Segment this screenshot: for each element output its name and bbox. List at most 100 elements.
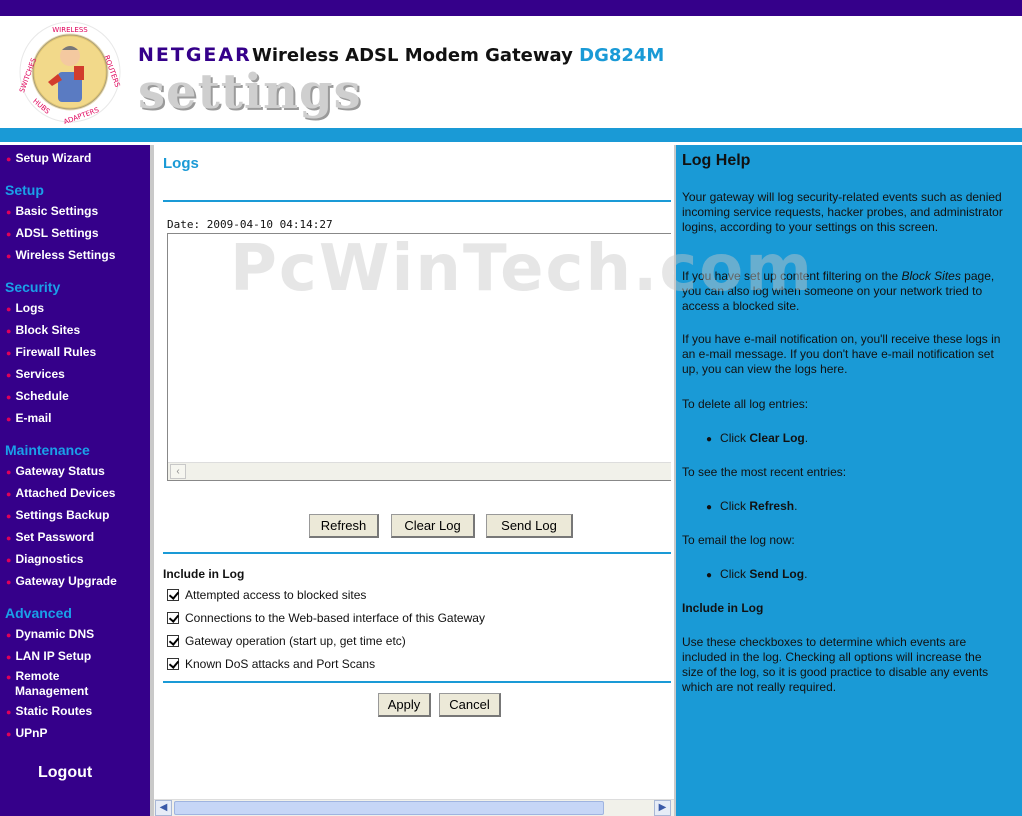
- help-title: Log Help: [682, 152, 751, 169]
- sidebar-item-setup-wizard[interactable]: ● Setup Wizard: [6, 151, 91, 166]
- scroll-thumb[interactable]: [174, 801, 604, 815]
- sidebar-item-remote-management[interactable]: ● Remote Management: [6, 669, 88, 698]
- sidebar-item-services[interactable]: ● Services: [6, 367, 65, 382]
- sidebar-item-gateway-status[interactable]: ● Gateway Status: [6, 464, 105, 479]
- sidebar-item-label: Attached Devices: [15, 486, 116, 500]
- sidebar-item-adsl-settings[interactable]: ● ADSL Settings: [6, 226, 99, 241]
- sidebar-item-label: Setup Wizard: [15, 151, 92, 165]
- log-content: [168, 234, 671, 242]
- help-paragraph: If you have set up content filtering on …: [682, 269, 1004, 314]
- checkbox-web-connections[interactable]: [167, 612, 179, 624]
- checkbox-row-gateway-operation: Gateway operation (start up, get time et…: [167, 634, 406, 648]
- divider: [163, 200, 671, 202]
- bullet-icon: ●: [6, 251, 12, 261]
- help-heading: Include in Log: [682, 601, 764, 615]
- help-bold: Send Log: [749, 567, 805, 581]
- header-band: [0, 128, 1022, 142]
- help-bullet: Click Clear Log.: [706, 431, 808, 445]
- sidebar-item-set-password[interactable]: ● Set Password: [6, 530, 94, 545]
- help-paragraph: To email the log now:: [682, 533, 795, 547]
- help-paragraph: If you have e-mail notification on, you'…: [682, 332, 1001, 376]
- main-horizontal-scrollbar[interactable]: ◀ ▶: [154, 799, 674, 816]
- svg-text:WIRELESS: WIRELESS: [52, 26, 88, 34]
- help-paragraph: To delete all log entries:: [682, 397, 809, 411]
- sidebar-item-label: Firewall Rules: [15, 345, 97, 359]
- sidebar-item-email[interactable]: ● E-mail: [6, 411, 51, 426]
- bullet-icon: ●: [6, 555, 12, 565]
- bullet-icon: ●: [6, 511, 12, 521]
- log-horizontal-scrollbar[interactable]: ‹: [168, 462, 671, 480]
- help-paragraph: Your gateway will log security-related e…: [682, 190, 1003, 234]
- logout-link[interactable]: Logout: [38, 764, 92, 782]
- bullet-icon: ●: [6, 707, 12, 717]
- settings-banner: settings: [138, 64, 362, 120]
- checkbox-gateway-operation[interactable]: [167, 635, 179, 647]
- checkbox-dos-attacks[interactable]: [167, 658, 179, 670]
- sidebar-item-settings-backup[interactable]: ● Settings Backup: [6, 508, 109, 523]
- main-panel: Logs Date: 2009-04-10 04:14:27 ‹ Refresh…: [154, 145, 674, 799]
- log-date: Date: 2009-04-10 04:14:27: [167, 218, 333, 231]
- sidebar-item-upnp[interactable]: ● UPnP: [6, 726, 47, 741]
- checkbox-row-dos-attacks: Known DoS attacks and Port Scans: [167, 657, 375, 671]
- bullet-icon: ●: [6, 229, 12, 239]
- sidebar-item-label: Schedule: [15, 389, 69, 403]
- sidebar-item-label: E-mail: [15, 411, 52, 425]
- sidebar-item-diagnostics[interactable]: ● Diagnostics: [6, 552, 83, 567]
- top-bar: [0, 0, 1022, 16]
- sidebar-item-label: UPnP: [15, 726, 48, 740]
- help-paragraph: To see the most recent entries:: [682, 465, 847, 479]
- sidebar-item-block-sites[interactable]: ● Block Sites: [6, 323, 80, 338]
- sidebar-item-label: Wireless Settings: [15, 248, 116, 262]
- scroll-left-icon[interactable]: ◀: [155, 800, 172, 816]
- checkbox-row-web-connections: Connections to the Web-based interface o…: [167, 611, 485, 625]
- help-panel: Log Help Your gateway will log security-…: [676, 145, 1022, 816]
- scroll-right-icon[interactable]: ▶: [654, 800, 671, 816]
- sidebar-section-security: Security: [5, 279, 61, 295]
- sidebar-item-firewall-rules[interactable]: ● Firewall Rules: [6, 345, 96, 360]
- send-log-button[interactable]: Send Log: [486, 514, 573, 538]
- checkbox-blocked-sites[interactable]: [167, 589, 179, 601]
- help-bold: Refresh: [749, 499, 795, 513]
- sidebar-item-gateway-upgrade[interactable]: ● Gateway Upgrade: [6, 574, 117, 589]
- include-in-log-title: Include in Log: [163, 567, 245, 581]
- clear-log-button[interactable]: Clear Log: [391, 514, 475, 538]
- sidebar-item-basic-settings[interactable]: ● Basic Settings: [6, 204, 98, 219]
- sidebar-item-lan-ip-setup[interactable]: ● LAN IP Setup: [6, 649, 91, 664]
- sidebar-item-label: Dynamic DNS: [15, 627, 95, 641]
- divider: [163, 552, 671, 554]
- sidebar-item-label: Static Routes: [15, 704, 93, 718]
- sidebar-item-static-routes[interactable]: ● Static Routes: [6, 704, 92, 719]
- sidebar-section-maintenance: Maintenance: [5, 442, 90, 458]
- sidebar-item-label: Basic Settings: [15, 204, 99, 218]
- sidebar-item-label: Remote: [15, 669, 60, 683]
- sidebar-item-attached-devices[interactable]: ● Attached Devices: [6, 486, 115, 501]
- checkbox-label: Known DoS attacks and Port Scans: [185, 657, 376, 671]
- bullet-icon: ●: [6, 154, 12, 164]
- apply-button[interactable]: Apply: [378, 693, 431, 717]
- bullet-icon: ●: [6, 326, 12, 336]
- cancel-button[interactable]: Cancel: [439, 693, 501, 717]
- sidebar-item-dynamic-dns[interactable]: ● Dynamic DNS: [6, 627, 94, 642]
- sidebar-item-wireless-settings[interactable]: ● Wireless Settings: [6, 248, 115, 263]
- bullet-icon: ●: [6, 533, 12, 543]
- help-text: Click: [720, 499, 750, 513]
- bullet-icon: ●: [6, 577, 12, 587]
- scroll-left-icon[interactable]: ‹: [170, 464, 186, 479]
- bullet-icon: ●: [6, 392, 12, 402]
- bullet-icon: ●: [6, 370, 12, 380]
- sidebar-item-schedule[interactable]: ● Schedule: [6, 389, 69, 404]
- help-text: If you have set up content filtering on …: [682, 269, 902, 283]
- help-bold: Clear Log: [749, 431, 805, 445]
- sidebar-item-label-line2: Management: [15, 684, 89, 698]
- sidebar-item-logs[interactable]: ● Logs: [6, 301, 44, 316]
- checkbox-label: Attempted access to blocked sites: [185, 588, 367, 602]
- log-textarea[interactable]: ‹: [167, 233, 671, 481]
- sidebar-item-label: LAN IP Setup: [15, 649, 92, 663]
- product-title: Wireless ADSL Modem Gateway: [252, 45, 573, 66]
- help-emphasis: Block Sites: [901, 269, 961, 283]
- refresh-button[interactable]: Refresh: [309, 514, 379, 538]
- bullet-icon: ●: [6, 652, 12, 662]
- bullet-icon: ●: [6, 414, 12, 424]
- sidebar: ● Setup Wizard Setup ● Basic Settings ● ADS…: [0, 145, 150, 816]
- sidebar-item-label: ADSL Settings: [15, 226, 99, 240]
